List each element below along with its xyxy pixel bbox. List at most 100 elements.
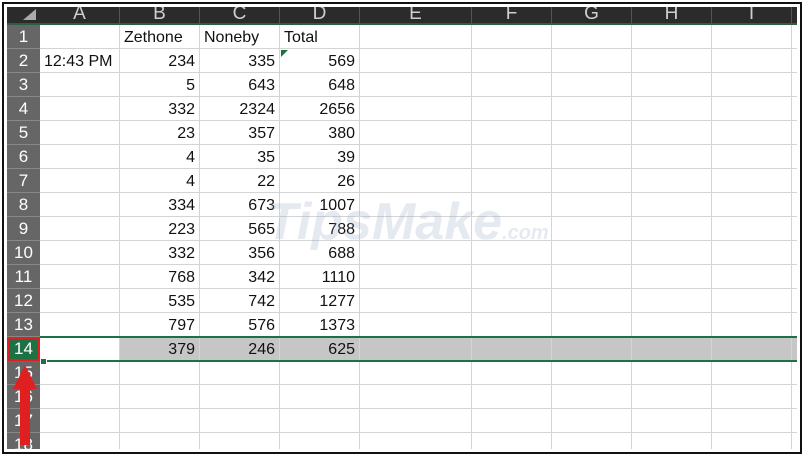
H13-cell[interactable] bbox=[632, 313, 712, 337]
D17-cell[interactable] bbox=[280, 409, 360, 433]
I15-cell[interactable] bbox=[712, 361, 792, 385]
F10-cell[interactable] bbox=[472, 241, 552, 265]
G5-cell[interactable] bbox=[552, 121, 632, 145]
F11-cell[interactable] bbox=[472, 265, 552, 289]
I2-cell[interactable] bbox=[712, 49, 792, 73]
G10-cell[interactable] bbox=[552, 241, 632, 265]
H12-cell[interactable] bbox=[632, 289, 712, 313]
J17-cell[interactable] bbox=[792, 409, 797, 433]
F17-cell[interactable] bbox=[472, 409, 552, 433]
B2-cell[interactable]: 234 bbox=[120, 49, 200, 73]
G1-cell[interactable] bbox=[552, 25, 632, 49]
J13-cell[interactable] bbox=[792, 313, 797, 337]
E4-cell[interactable] bbox=[360, 97, 472, 121]
G4-cell[interactable] bbox=[552, 97, 632, 121]
B14-cell[interactable]: 379 bbox=[120, 337, 200, 361]
E11-cell[interactable] bbox=[360, 265, 472, 289]
E10-cell[interactable] bbox=[360, 241, 472, 265]
J12-cell[interactable] bbox=[792, 289, 797, 313]
row-header-1[interactable]: 1 bbox=[7, 25, 40, 49]
row-header-9[interactable]: 9 bbox=[7, 217, 40, 241]
H3-cell[interactable] bbox=[632, 73, 712, 97]
H15-cell[interactable] bbox=[632, 361, 712, 385]
A2-cell[interactable]: 12:43 PM bbox=[40, 49, 120, 73]
F3-cell[interactable] bbox=[472, 73, 552, 97]
G2-cell[interactable] bbox=[552, 49, 632, 73]
G8-cell[interactable] bbox=[552, 193, 632, 217]
H18-cell[interactable] bbox=[632, 433, 712, 449]
A13-cell[interactable] bbox=[40, 313, 120, 337]
G6-cell[interactable] bbox=[552, 145, 632, 169]
J16-cell[interactable] bbox=[792, 385, 797, 409]
A15-cell[interactable] bbox=[40, 361, 120, 385]
H2-cell[interactable] bbox=[632, 49, 712, 73]
B13-cell[interactable]: 797 bbox=[120, 313, 200, 337]
D10-cell[interactable]: 688 bbox=[280, 241, 360, 265]
H14-cell[interactable] bbox=[632, 337, 712, 361]
B9-cell[interactable]: 223 bbox=[120, 217, 200, 241]
column-header-H[interactable]: H bbox=[632, 7, 712, 25]
A18-cell[interactable] bbox=[40, 433, 120, 449]
H9-cell[interactable] bbox=[632, 217, 712, 241]
column-header-A[interactable]: A bbox=[40, 7, 120, 25]
J15-cell[interactable] bbox=[792, 361, 797, 385]
F13-cell[interactable] bbox=[472, 313, 552, 337]
row-header-11[interactable]: 11 bbox=[7, 265, 40, 289]
J1-cell[interactable] bbox=[792, 25, 797, 49]
A12-cell[interactable] bbox=[40, 289, 120, 313]
E5-cell[interactable] bbox=[360, 121, 472, 145]
J8-cell[interactable] bbox=[792, 193, 797, 217]
F14-cell[interactable] bbox=[472, 337, 552, 361]
C18-cell[interactable] bbox=[200, 433, 280, 449]
I5-cell[interactable] bbox=[712, 121, 792, 145]
C3-cell[interactable]: 643 bbox=[200, 73, 280, 97]
row-header-5[interactable]: 5 bbox=[7, 121, 40, 145]
B12-cell[interactable]: 535 bbox=[120, 289, 200, 313]
column-header-I[interactable]: I bbox=[712, 7, 792, 25]
J18-cell[interactable] bbox=[792, 433, 797, 449]
A1-cell[interactable] bbox=[40, 25, 120, 49]
column-header-E[interactable]: E bbox=[360, 7, 472, 25]
column-header-F[interactable]: F bbox=[472, 7, 552, 25]
F7-cell[interactable] bbox=[472, 169, 552, 193]
A14-cell[interactable] bbox=[40, 337, 120, 361]
row-header-2[interactable]: 2 bbox=[7, 49, 40, 73]
C9-cell[interactable]: 565 bbox=[200, 217, 280, 241]
I17-cell[interactable] bbox=[712, 409, 792, 433]
I6-cell[interactable] bbox=[712, 145, 792, 169]
D11-cell[interactable]: 1110 bbox=[280, 265, 360, 289]
D1-cell[interactable]: Total bbox=[280, 25, 360, 49]
fill-handle[interactable] bbox=[40, 358, 47, 365]
I10-cell[interactable] bbox=[712, 241, 792, 265]
H17-cell[interactable] bbox=[632, 409, 712, 433]
row-header-4[interactable]: 4 bbox=[7, 97, 40, 121]
G15-cell[interactable] bbox=[552, 361, 632, 385]
G14-cell[interactable] bbox=[552, 337, 632, 361]
A11-cell[interactable] bbox=[40, 265, 120, 289]
A17-cell[interactable] bbox=[40, 409, 120, 433]
A7-cell[interactable] bbox=[40, 169, 120, 193]
C13-cell[interactable]: 576 bbox=[200, 313, 280, 337]
D5-cell[interactable]: 380 bbox=[280, 121, 360, 145]
C1-cell[interactable]: Noneby bbox=[200, 25, 280, 49]
row-header-3[interactable]: 3 bbox=[7, 73, 40, 97]
B10-cell[interactable]: 332 bbox=[120, 241, 200, 265]
G7-cell[interactable] bbox=[552, 169, 632, 193]
E14-cell[interactable] bbox=[360, 337, 472, 361]
C16-cell[interactable] bbox=[200, 385, 280, 409]
I14-cell[interactable] bbox=[712, 337, 792, 361]
column-header-next[interactable] bbox=[792, 7, 797, 25]
column-header-C[interactable]: C bbox=[200, 7, 280, 25]
B16-cell[interactable] bbox=[120, 385, 200, 409]
A3-cell[interactable] bbox=[40, 73, 120, 97]
I1-cell[interactable] bbox=[712, 25, 792, 49]
G11-cell[interactable] bbox=[552, 265, 632, 289]
E12-cell[interactable] bbox=[360, 289, 472, 313]
C7-cell[interactable]: 22 bbox=[200, 169, 280, 193]
I8-cell[interactable] bbox=[712, 193, 792, 217]
C15-cell[interactable] bbox=[200, 361, 280, 385]
H10-cell[interactable] bbox=[632, 241, 712, 265]
D14-cell[interactable]: 625 bbox=[280, 337, 360, 361]
C6-cell[interactable]: 35 bbox=[200, 145, 280, 169]
B15-cell[interactable] bbox=[120, 361, 200, 385]
